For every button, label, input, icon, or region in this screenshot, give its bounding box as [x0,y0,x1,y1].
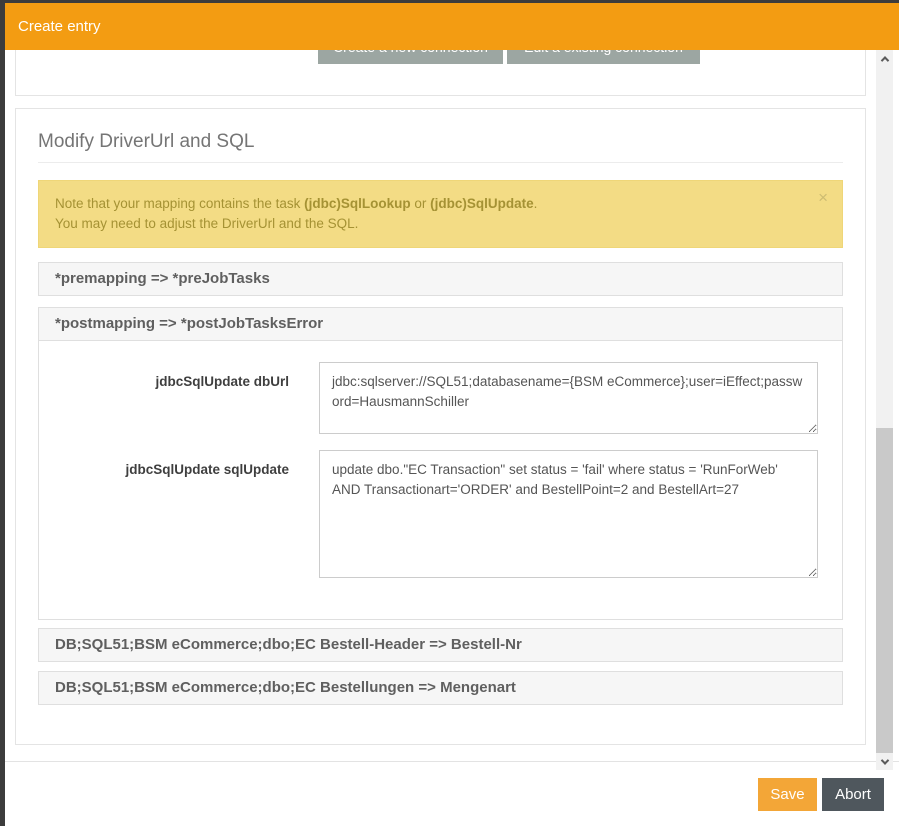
sqlupdate-field-label: jdbcSqlUpdate sqlUpdate [54,450,289,578]
chevron-up-icon [880,56,888,64]
sql-panel: Modify DriverUrl and SQL Note that your … [15,108,866,745]
warning-line-2: You may need to adjust the DriverUrl and… [55,214,802,234]
abort-button[interactable]: Abort [822,778,884,811]
warning-task1-text: (jdbc)SqlLookup [304,196,410,211]
section-title-divider [38,162,843,163]
field-row-sqlupdate: jdbcSqlUpdate sqlUpdate update dbo."EC T… [54,450,827,578]
warning-line-1: Note that your mapping contains the task… [55,194,802,214]
dialog-title: Create entry [18,18,101,35]
connection-panel: Create a new connection Edit a existing … [15,50,866,96]
dialog-footer: Save Abort [5,762,899,826]
field-row-dburl: jdbcSqlUpdate dbUrl jdbc:sqlserver://SQL… [54,362,827,434]
accordion-header-bestell-header[interactable]: DB;SQL51;BSM eCommerce;dbo;EC Bestell-He… [38,628,843,662]
connection-buttons-row: Create a new connection Edit a existing … [318,50,700,64]
edit-connection-button[interactable]: Edit a existing connection [507,50,700,64]
warning-task2-text: (jdbc)SqlUpdate [430,196,534,211]
vertical-scrollbar[interactable] [876,50,893,770]
sqlupdate-textarea[interactable]: update dbo."EC Transaction" set status =… [319,450,818,578]
close-icon[interactable]: × [818,189,828,206]
dialog-body: Create a new connection Edit a existing … [5,50,876,762]
scrollbar-thumb[interactable] [876,428,893,753]
create-connection-button[interactable]: Create a new connection [318,50,503,64]
chevron-down-icon [880,756,888,764]
warning-intro-text: Note that your mapping contains the task [55,196,304,211]
accordion-header-postmapping[interactable]: *postmapping => *postJobTasksError [38,307,843,341]
scrollbar-down-button[interactable] [876,753,893,770]
dburl-textarea[interactable]: jdbc:sqlserver://SQL51;databasename={BSM… [319,362,818,434]
section-title: Modify DriverUrl and SQL [38,131,843,153]
warning-alert: Note that your mapping contains the task… [38,180,843,248]
save-button[interactable]: Save [758,778,817,811]
accordion-header-bestellungen[interactable]: DB;SQL51;BSM eCommerce;dbo;EC Bestellung… [38,671,843,705]
warning-suffix-text: . [534,196,538,211]
accordion-header-premapping[interactable]: *premapping => *preJobTasks [38,262,843,296]
warning-conjunction-text: or [411,196,431,211]
dburl-field-label: jdbcSqlUpdate dbUrl [54,362,289,434]
accordion-body-postmapping: jdbcSqlUpdate dbUrl jdbc:sqlserver://SQL… [38,341,843,620]
dialog-header: Create entry [5,3,899,50]
scrollbar-up-button[interactable] [876,50,893,67]
